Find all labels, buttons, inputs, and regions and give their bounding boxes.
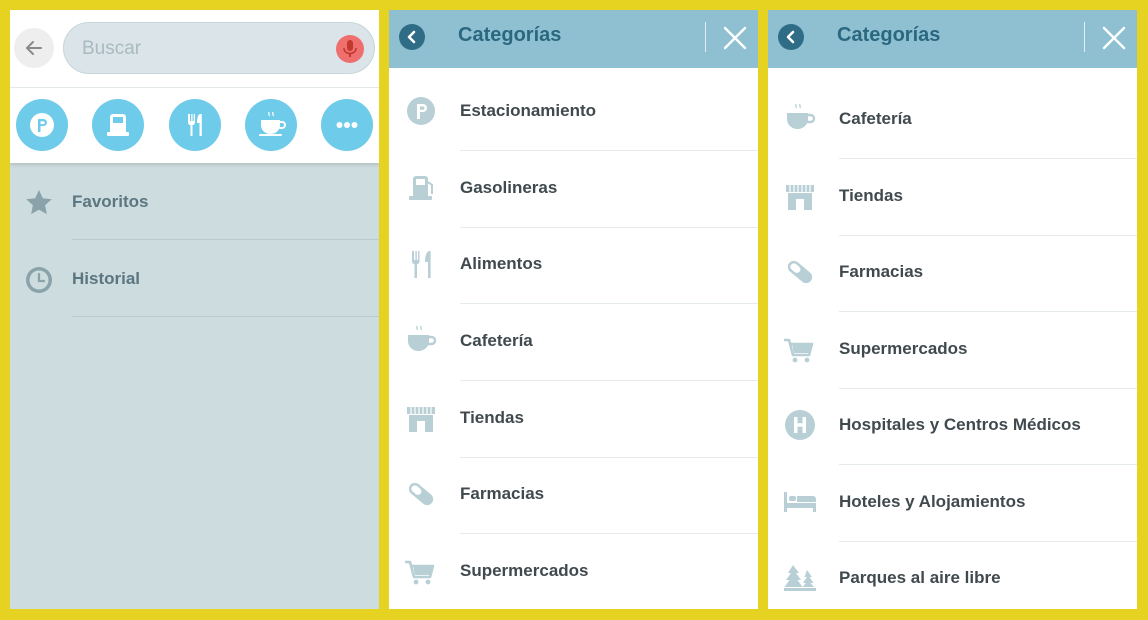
more-icon [336,122,358,128]
star-icon [26,190,52,215]
category-label: Hoteles y Alojamientos [839,492,1026,511]
quick-parking-button[interactable] [16,99,68,151]
category-item-cafeteria[interactable]: Cafetería [389,305,758,381]
hospital-icon [785,410,815,440]
category-item-parques[interactable]: Parques al aire libre [768,542,1137,609]
close-icon[interactable] [1101,25,1127,51]
divider [72,239,379,240]
favorites-label: Favoritos [72,192,149,211]
chevron-left-icon [786,30,795,44]
divider [839,158,1137,159]
microphone-icon [343,40,357,57]
category-label: Tiendas [839,186,903,205]
back-button[interactable] [399,24,425,50]
category-label: Parques al aire libre [839,568,1001,587]
chevron-left-icon [407,30,416,44]
page-title: Categorías [458,24,562,46]
parking-icon [30,113,54,137]
trees-icon [784,565,816,591]
divider [10,87,379,88]
category-label: Supermercados [460,561,589,580]
category-item-tiendas[interactable]: Tiendas [768,160,1137,236]
cart-icon [784,338,814,363]
quick-gas-button[interactable] [92,99,144,151]
close-icon[interactable] [722,25,748,51]
categories-header: Categorías [389,10,758,68]
category-label: Gasolineras [460,178,558,197]
divider [460,150,758,151]
category-item-alimentos[interactable]: Alimentos [389,228,758,304]
category-label: Farmacias [460,484,545,503]
category-item-farmacias[interactable]: Farmacias [389,458,758,534]
category-item-supermercados[interactable]: Supermercados [768,313,1137,389]
search-panel: Favoritos Historial [10,10,379,609]
search-input[interactable] [80,35,324,63]
divider [72,316,379,317]
coffee-icon [259,111,286,136]
divider [705,22,706,52]
history-label: Historial [72,269,141,288]
favorites-item[interactable]: Favoritos [10,164,379,240]
category-item-gasolineras[interactable]: Gasolineras [389,152,758,228]
gas-station-icon [107,114,129,136]
quick-food-button[interactable] [169,99,221,151]
categories-header: Categorías [768,10,1137,68]
gas-station-icon [409,176,433,200]
category-item-hoteles[interactable]: Hoteles y Alojamientos [768,466,1137,542]
category-label: Supermercados [839,339,968,358]
quick-coffee-button[interactable] [245,99,297,151]
divider [1084,22,1085,52]
quick-more-button[interactable] [321,99,373,151]
category-label: Cafetería [460,331,533,350]
clock-icon [26,267,52,293]
coffee-icon [408,325,437,351]
category-item-farmacias[interactable]: Farmacias [768,236,1137,312]
category-item-estacionamiento[interactable]: Estacionamiento [389,75,758,151]
divider [839,464,1137,465]
pill-icon [787,260,813,284]
food-icon [412,251,431,278]
back-button[interactable] [14,28,54,68]
divider [839,311,1137,312]
category-label: Hospitales y Centros Médicos [839,415,1081,434]
category-item-hospitales[interactable]: Hospitales y Centros Médicos [768,389,1137,465]
back-button[interactable] [778,24,804,50]
bed-icon [784,492,816,512]
category-label: Estacionamiento [460,101,597,120]
category-label: Tiendas [460,408,524,427]
microphone-button[interactable] [336,35,364,63]
divider [460,380,758,381]
category-label: Cafetería [839,109,912,128]
categories-panel-scrolled: Cafetería Tiendas Farmacias Supermercado… [768,10,1137,609]
search-header [10,10,379,163]
category-item-tiendas[interactable]: Tiendas [389,382,758,458]
store-icon [786,185,814,210]
page-title: Categorías [837,24,941,46]
history-item[interactable]: Historial [10,241,379,317]
category-label: Farmacias [839,262,924,281]
cart-icon [405,560,435,585]
store-icon [407,407,435,432]
divider [460,303,758,304]
category-label: Alimentos [460,254,543,273]
divider [460,533,758,534]
category-item-cafeteria[interactable]: Cafetería [768,83,1137,159]
coffee-icon [787,103,816,129]
arrow-left-icon [26,41,42,55]
pill-icon [408,482,434,506]
food-icon [188,114,202,136]
categories-panel-top: Categorías Estacionamiento Gasolineras A… [389,10,758,609]
search-box[interactable] [63,22,375,74]
category-item-supermercados[interactable]: Supermercados [389,535,758,609]
parking-icon [407,97,435,125]
